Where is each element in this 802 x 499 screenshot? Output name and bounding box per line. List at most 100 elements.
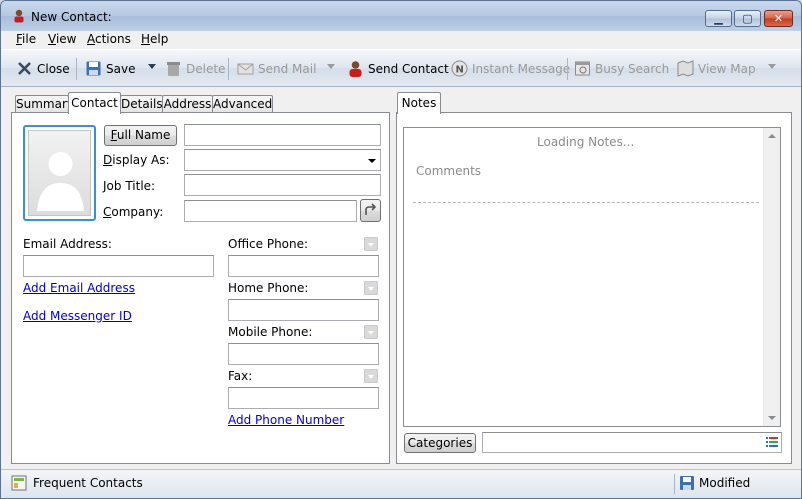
instant-message-button[interactable]: N Instant Message [451,60,570,78]
menu-actions[interactable]: Actions [87,32,131,46]
tab-notes[interactable]: Notes [397,92,441,114]
close-icon: ✕ [773,12,784,25]
send-contact-button[interactable]: Send Contact [347,60,449,78]
toolbar-overflow-arrow[interactable] [768,64,776,69]
arrow-redirect-icon [365,203,377,215]
scroll-down-icon[interactable] [768,416,776,420]
fax-type-dropdown[interactable] [364,369,378,383]
save-button[interactable]: Save [85,60,135,78]
maximize-icon: ▢ [742,12,753,25]
menu-actions-accel: A [87,32,95,46]
busy-search-label: Busy Search [595,62,670,76]
menu-help[interactable]: Help [141,32,168,46]
save-label: Save [106,62,136,76]
display-as-text: isplay As: [112,153,170,167]
close-label: Close [37,62,70,76]
full-name-button[interactable]: Full Name [104,125,177,146]
scroll-up-icon[interactable] [768,134,776,138]
fax-input[interactable] [228,387,379,409]
contact-app-icon [14,9,24,23]
frequent-contacts-icon[interactable] [11,475,27,491]
company-label: Company: [103,205,163,219]
add-email-address-link[interactable]: Add Email Address [23,281,135,295]
mobile-phone-input[interactable] [228,343,379,365]
mobile-phone-type-dropdown[interactable] [364,325,378,339]
photo-placeholder [28,130,91,216]
menu-view-accel: V [48,32,56,46]
tab-contact[interactable]: Contact [68,92,121,114]
view-map-label: View Map [698,62,756,76]
office-phone-type-dropdown[interactable] [364,237,378,251]
display-as-accel: D [103,153,113,167]
display-as-combo[interactable] [184,149,381,171]
delete-button[interactable]: Delete [165,60,225,78]
tab-address[interactable]: Address [162,95,213,113]
menu-help-accel: H [141,32,151,46]
home-phone-type-dropdown[interactable] [364,281,378,295]
save-disk-icon [86,61,101,76]
notes-scrollbar[interactable] [763,128,780,426]
company-text: ompany: [111,205,164,219]
close-button[interactable]: Close [16,60,70,78]
tab-advanced[interactable]: Advanced [212,95,273,113]
tab-details[interactable]: Details [120,95,163,113]
company-lookup-button[interactable] [360,199,381,222]
office-phone-label: Office Phone: [228,237,309,251]
chevron-down-icon[interactable] [368,159,376,163]
notes-divider [413,202,759,203]
display-as-label: Display As: [103,153,170,167]
loading-notes-text: Loading Notes... [537,135,635,149]
comments-placeholder: Comments [416,164,482,178]
calendar-search-icon [575,61,590,76]
send-mail-button[interactable]: Send Mail [237,60,316,78]
list-icon[interactable] [766,437,778,448]
company-input[interactable] [184,200,357,222]
title-bar: New Contact: ▁ ▢ ✕ [1,1,801,31]
close-x-icon [18,62,31,75]
save-dropdown-arrow[interactable] [148,64,156,69]
person-silhouette-icon [37,152,84,211]
tab-summary[interactable]: Summary [15,95,74,113]
toolbar-separator [76,58,77,80]
add-messenger-id-link[interactable]: Add Messenger ID [23,309,132,323]
send-mail-dropdown-arrow[interactable] [327,64,335,69]
contact-photo[interactable] [23,125,96,221]
full-name-label: ull Name [116,128,171,142]
office-phone-input[interactable] [228,255,379,277]
messenger-icon: N [451,60,468,77]
minimize-icon: ▁ [714,12,723,25]
envelope-icon [237,63,254,75]
frequent-contacts-label[interactable]: Frequent Contacts [33,476,143,490]
modified-disk-icon [680,476,694,490]
window-title: New Contact: [31,10,112,24]
contact-window: New Contact: ▁ ▢ ✕ File View Actions Hel… [0,0,802,499]
email-address-input[interactable] [23,255,214,277]
close-window-button[interactable]: ✕ [764,10,793,27]
fax-label: Fax: [228,369,253,383]
menu-file-label: ile [22,32,37,46]
mobile-phone-label: Mobile Phone: [228,325,313,339]
maximize-button[interactable]: ▢ [734,10,761,27]
menu-file[interactable]: File [16,32,36,46]
menu-help-label: elp [150,32,169,46]
view-map-button[interactable]: View Map [677,60,756,78]
full-name-input[interactable] [184,124,381,146]
job-title-label: Job Title: [103,179,156,193]
notes-editor[interactable]: Loading Notes... Comments [403,127,781,427]
toolbar-separator [567,58,568,80]
add-phone-number-link[interactable]: Add Phone Number [228,413,344,427]
categories-input[interactable] [482,432,782,453]
categories-button[interactable]: Categories [404,433,476,453]
send-mail-label: Send Mail [258,62,317,76]
status-bar: Frequent Contacts Modified [1,469,801,498]
toolbar-separator [228,58,229,80]
status-separator [674,474,675,494]
minimize-button[interactable]: ▁ [705,10,732,27]
home-phone-label: Home Phone: [228,281,309,295]
job-title-input[interactable] [184,174,381,196]
busy-search-button[interactable]: Busy Search [574,60,669,78]
delete-label: Delete [186,62,226,76]
menu-view[interactable]: View [48,32,76,46]
home-phone-input[interactable] [228,299,379,321]
email-address-label: Email Address: [23,237,112,251]
